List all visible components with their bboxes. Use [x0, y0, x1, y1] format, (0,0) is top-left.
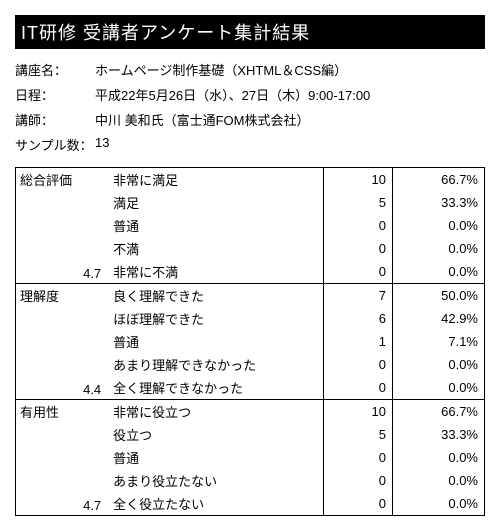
item-name: 普通	[109, 330, 323, 353]
meta-date-value: 平成22年5月26日（水）、27日（木）9:00-17:00	[95, 85, 485, 104]
item-pct: 50.0%	[392, 284, 484, 308]
item-pct: 0.0%	[392, 260, 484, 284]
item-count: 1	[323, 330, 392, 353]
item-name: 普通	[109, 214, 323, 237]
item-name: 非常に役立つ	[109, 400, 323, 424]
section-score: 4.7	[16, 260, 110, 284]
meta-date-label: 日程：	[15, 85, 95, 104]
item-pct: 66.7%	[392, 400, 484, 424]
item-pct: 33.3%	[392, 191, 484, 214]
item-pct: 0.0%	[392, 492, 484, 516]
section-label: 総合評価	[16, 168, 110, 261]
item-count: 0	[323, 353, 392, 376]
item-pct: 66.7%	[392, 168, 484, 192]
item-name: 不満	[109, 237, 323, 260]
item-count: 5	[323, 423, 392, 446]
item-count: 6	[323, 307, 392, 330]
item-count: 0	[323, 469, 392, 492]
meta-course-value: ホームページ制作基礎（XHTML＆CSS編）	[95, 60, 485, 79]
item-name: 役立つ	[109, 423, 323, 446]
item-name: 全く役立たない	[109, 492, 323, 516]
item-name: ほぼ理解できた	[109, 307, 323, 330]
item-pct: 0.0%	[392, 376, 484, 400]
item-pct: 0.0%	[392, 214, 484, 237]
item-count: 10	[323, 168, 392, 192]
item-count: 0	[323, 492, 392, 516]
section-label: 有用性	[16, 400, 110, 493]
item-pct: 0.0%	[392, 446, 484, 469]
meta-instructor-label: 講師：	[15, 110, 95, 129]
page-title: IT研修 受講者アンケート集計結果	[15, 15, 485, 49]
item-name: 普通	[109, 446, 323, 469]
item-name: あまり役立たない	[109, 469, 323, 492]
item-name: あまり理解できなかった	[109, 353, 323, 376]
item-name: 満足	[109, 191, 323, 214]
item-name: 非常に満足	[109, 168, 323, 192]
item-count: 0	[323, 260, 392, 284]
meta-course-label: 講座名：	[15, 60, 95, 79]
item-pct: 0.0%	[392, 469, 484, 492]
item-name: 非常に不満	[109, 260, 323, 284]
item-name: 全く理解できなかった	[109, 376, 323, 400]
item-count: 0	[323, 237, 392, 260]
meta-sample-label: サンプル数：	[15, 135, 95, 154]
item-pct: 33.3%	[392, 423, 484, 446]
meta-sample-value: 13	[95, 135, 485, 154]
item-name: 良く理解できた	[109, 284, 323, 308]
section-label: 理解度	[16, 284, 110, 377]
item-count: 0	[323, 214, 392, 237]
section-score: 4.7	[16, 492, 110, 516]
item-count: 0	[323, 376, 392, 400]
item-pct: 0.0%	[392, 237, 484, 260]
item-pct: 7.1%	[392, 330, 484, 353]
item-count: 0	[323, 446, 392, 469]
survey-table: 総合評価非常に満足1066.7%満足533.3%普通00.0%不満00.0%4.…	[15, 167, 485, 516]
item-count: 5	[323, 191, 392, 214]
item-pct: 0.0%	[392, 353, 484, 376]
item-count: 7	[323, 284, 392, 308]
item-pct: 42.9%	[392, 307, 484, 330]
section-score: 4.4	[16, 376, 110, 400]
meta-instructor-value: 中川 美和氏（富士通FOM株式会社）	[95, 110, 485, 129]
item-count: 10	[323, 400, 392, 424]
meta-block: 講座名：ホームページ制作基礎（XHTML＆CSS編） 日程：平成22年5月26日…	[15, 57, 485, 157]
